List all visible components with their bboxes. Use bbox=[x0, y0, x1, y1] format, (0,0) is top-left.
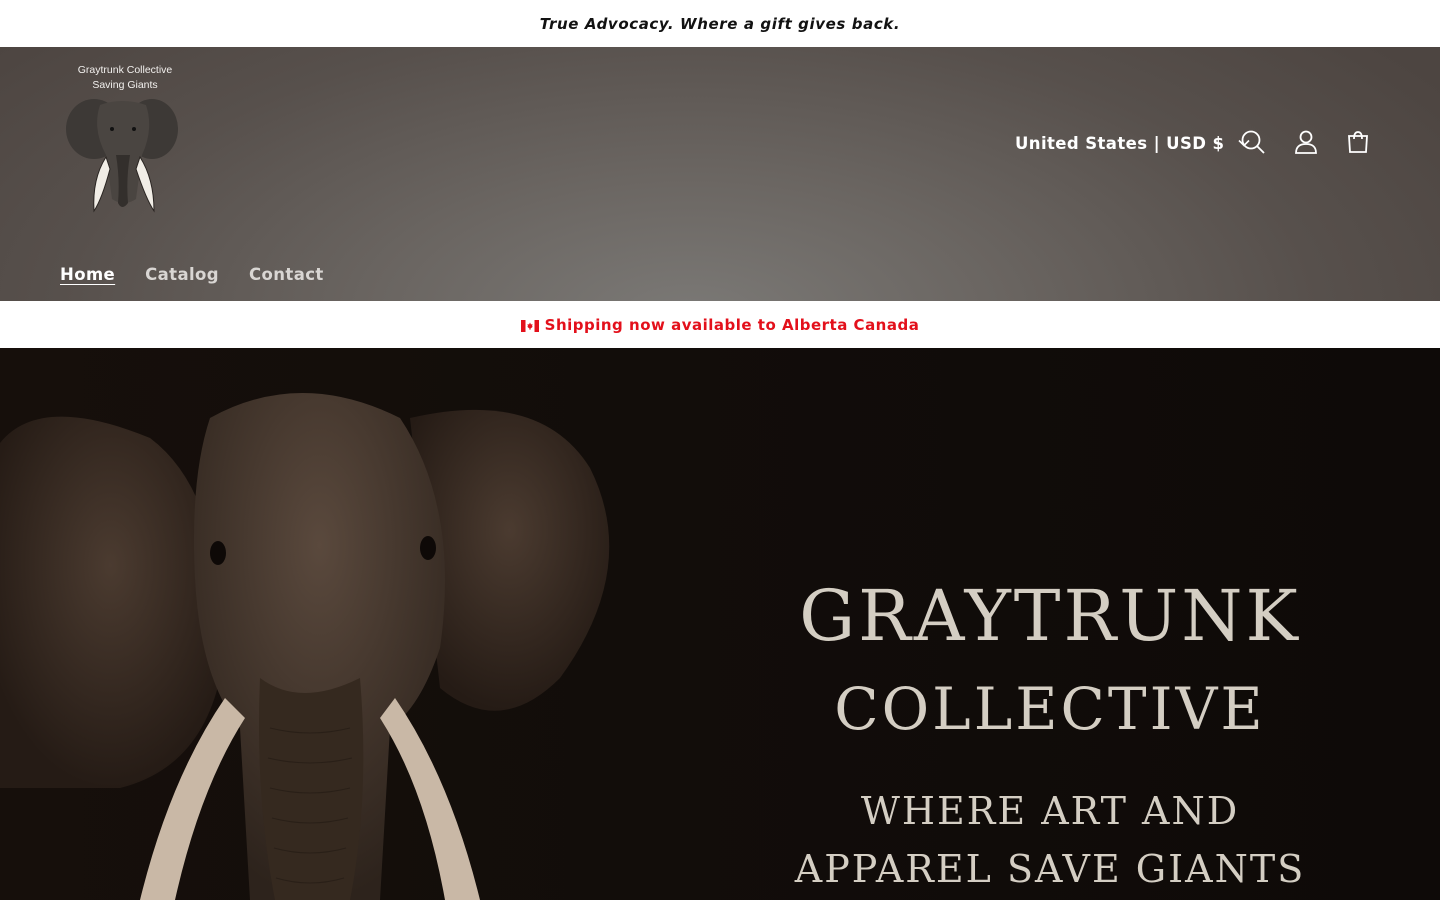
hero-elephant-image bbox=[0, 393, 610, 900]
announcement-text: True Advocacy. Where a gift gives back. bbox=[539, 14, 901, 33]
announcement-bar: True Advocacy. Where a gift gives back. bbox=[0, 0, 1440, 47]
hero-banner: GRAYTRUNK COLLECTIVE WHERE ART AND APPAR… bbox=[0, 348, 1440, 900]
canada-flag-icon bbox=[520, 319, 539, 332]
nav-item-contact[interactable]: Contact bbox=[249, 265, 324, 284]
logo-text: Graytrunk Collective Saving Giants bbox=[60, 63, 190, 93]
hero-subtitle-line-2: APPAREL SAVE GIANTS bbox=[794, 847, 1306, 891]
shipping-text: Shipping now available to Alberta Canada bbox=[544, 315, 920, 334]
cart-icon[interactable] bbox=[1343, 127, 1373, 157]
main-nav: Home Catalog Contact bbox=[60, 265, 324, 284]
account-icon[interactable] bbox=[1291, 127, 1321, 157]
search-icon[interactable] bbox=[1238, 127, 1268, 157]
country-currency-selector[interactable]: United States | USD $ bbox=[1015, 130, 1250, 156]
elephant-logo-icon bbox=[66, 99, 178, 213]
logo-line-2: Saving Giants bbox=[92, 79, 158, 91]
nav-item-home[interactable]: Home bbox=[60, 265, 115, 284]
hero-title-line-1: GRAYTRUNK bbox=[799, 575, 1301, 657]
site-header: Graytrunk Collective Saving Giants Unite… bbox=[0, 47, 1440, 301]
shipping-announcement: Shipping now available to Alberta Canada bbox=[0, 301, 1440, 348]
country-currency-label: United States | USD $ bbox=[1015, 133, 1225, 153]
logo-line-1: Graytrunk Collective bbox=[77, 64, 173, 76]
hero-subtitle-line-1: WHERE ART AND bbox=[860, 789, 1240, 833]
hero-title-line-2: COLLECTIVE bbox=[834, 675, 1266, 743]
nav-item-catalog[interactable]: Catalog bbox=[145, 265, 219, 284]
site-logo[interactable]: Graytrunk Collective Saving Giants bbox=[60, 63, 190, 223]
